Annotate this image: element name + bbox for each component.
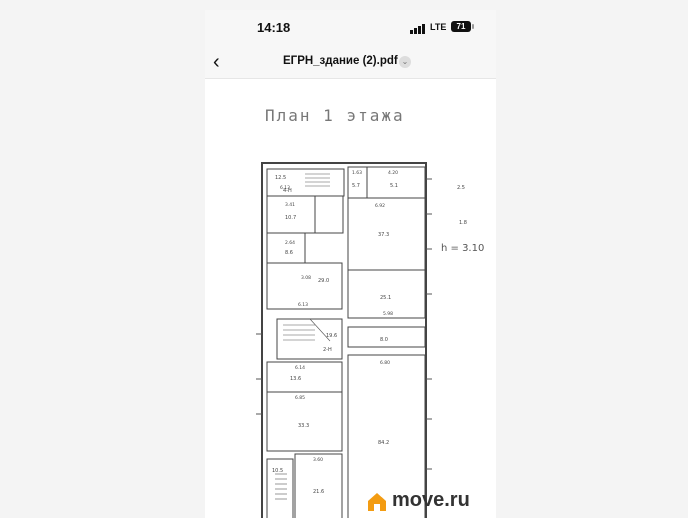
stair-label: 4-Н xyxy=(283,188,292,194)
stair-label: 2-Н xyxy=(323,347,332,353)
ceiling-height: h = 3.10 xyxy=(441,243,484,254)
room-label: 1.8 xyxy=(459,220,467,226)
floor-plan: 12.5 10.7 8.6 29.0 37.3 25.1 5.1 8.0 19.… xyxy=(256,162,484,518)
room-label: 29.0 xyxy=(318,278,329,284)
document-title[interactable]: ЕГРН_здание (2).pdf xyxy=(283,55,398,67)
room-label: 10.5 xyxy=(272,468,283,474)
dimension-label: 5.98 xyxy=(383,311,393,317)
room-label: 5.7 xyxy=(352,183,360,189)
brand-watermark: move.ru xyxy=(392,489,470,511)
dimension-label: 6.13 xyxy=(298,302,308,308)
room-label: 13.6 xyxy=(290,376,301,382)
chevron-left-icon[interactable]: ‹ xyxy=(213,52,220,72)
room-label: 8.0 xyxy=(380,337,388,343)
battery-icon: 71 xyxy=(451,21,474,32)
pdf-page[interactable]: План 1 этажа 12.5 10.7 8.6 29.0 37.3 25.… xyxy=(205,79,496,518)
nav-bar: ‹ ЕГРН_здание (2).pdf ⌄ xyxy=(205,46,496,79)
house-logo-icon xyxy=(368,493,386,511)
room-label: 33.3 xyxy=(298,423,309,429)
dimension-label: 2.64 xyxy=(285,240,295,246)
dimension-label: 3.08 xyxy=(301,275,311,281)
room-label: 19.6 xyxy=(326,333,337,339)
dimension-label: 6.14 xyxy=(295,365,305,371)
room-label: 21.6 xyxy=(313,489,324,495)
room-label: 10.7 xyxy=(285,215,296,221)
signal-icon xyxy=(410,24,425,34)
room-label: 84.2 xyxy=(378,440,389,446)
dimension-label: 3.60 xyxy=(313,457,323,463)
room-label: 5.1 xyxy=(390,183,398,189)
room-label: 25.1 xyxy=(380,295,391,301)
dimension-label: 6.85 xyxy=(295,395,305,401)
status-bar: 14:18 LTE 71 xyxy=(205,10,496,46)
room-label: 37.3 xyxy=(378,232,389,238)
network-type: LTE xyxy=(430,22,447,32)
dimension-label: 6.80 xyxy=(380,360,390,366)
dimension-label: 1.63 xyxy=(352,170,362,176)
dimension-label: 4.20 xyxy=(388,170,398,176)
dimension-label: 3.41 xyxy=(285,202,295,208)
phone-screen: 14:18 LTE 71 ‹ ЕГРН_здание (2).pdf ⌄ Пла… xyxy=(205,10,496,518)
dimension-label: 6.92 xyxy=(375,203,385,209)
room-label: 2.5 xyxy=(457,185,465,191)
room-label: 12.5 xyxy=(275,175,286,181)
chevron-down-icon[interactable]: ⌄ xyxy=(399,56,411,68)
clock: 14:18 xyxy=(257,20,291,35)
room-label: 8.6 xyxy=(285,250,293,256)
